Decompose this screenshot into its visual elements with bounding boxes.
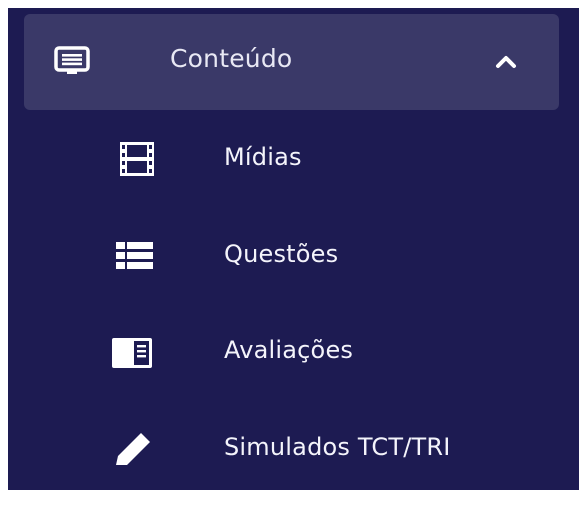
sidebar-menu: Conteúdo Mídias Questões Avaliações Simu…	[8, 8, 579, 490]
menu-item-midias[interactable]: Mídias	[8, 114, 579, 204]
menu-group-conteudo[interactable]: Conteúdo	[24, 14, 559, 110]
menu-group-label: Conteúdo	[170, 44, 293, 73]
menu-item-avaliacoes[interactable]: Avaliações	[8, 307, 579, 397]
film-icon	[108, 142, 154, 176]
menu-item-label: Mídias	[224, 143, 302, 171]
chevron-up-icon[interactable]	[492, 52, 520, 70]
menu-item-label: Avaliações	[224, 336, 354, 364]
menu-item-simulados[interactable]: Simulados TCT/TRI	[8, 404, 579, 494]
book-icon	[108, 335, 154, 369]
menu-item-questoes[interactable]: Questões	[8, 211, 579, 301]
menu-item-label: Simulados TCT/TRI	[224, 433, 451, 461]
pencil-icon	[108, 432, 154, 466]
monitor-list-icon	[54, 46, 90, 76]
menu-item-label: Questões	[224, 240, 339, 268]
list-icon	[108, 239, 154, 273]
